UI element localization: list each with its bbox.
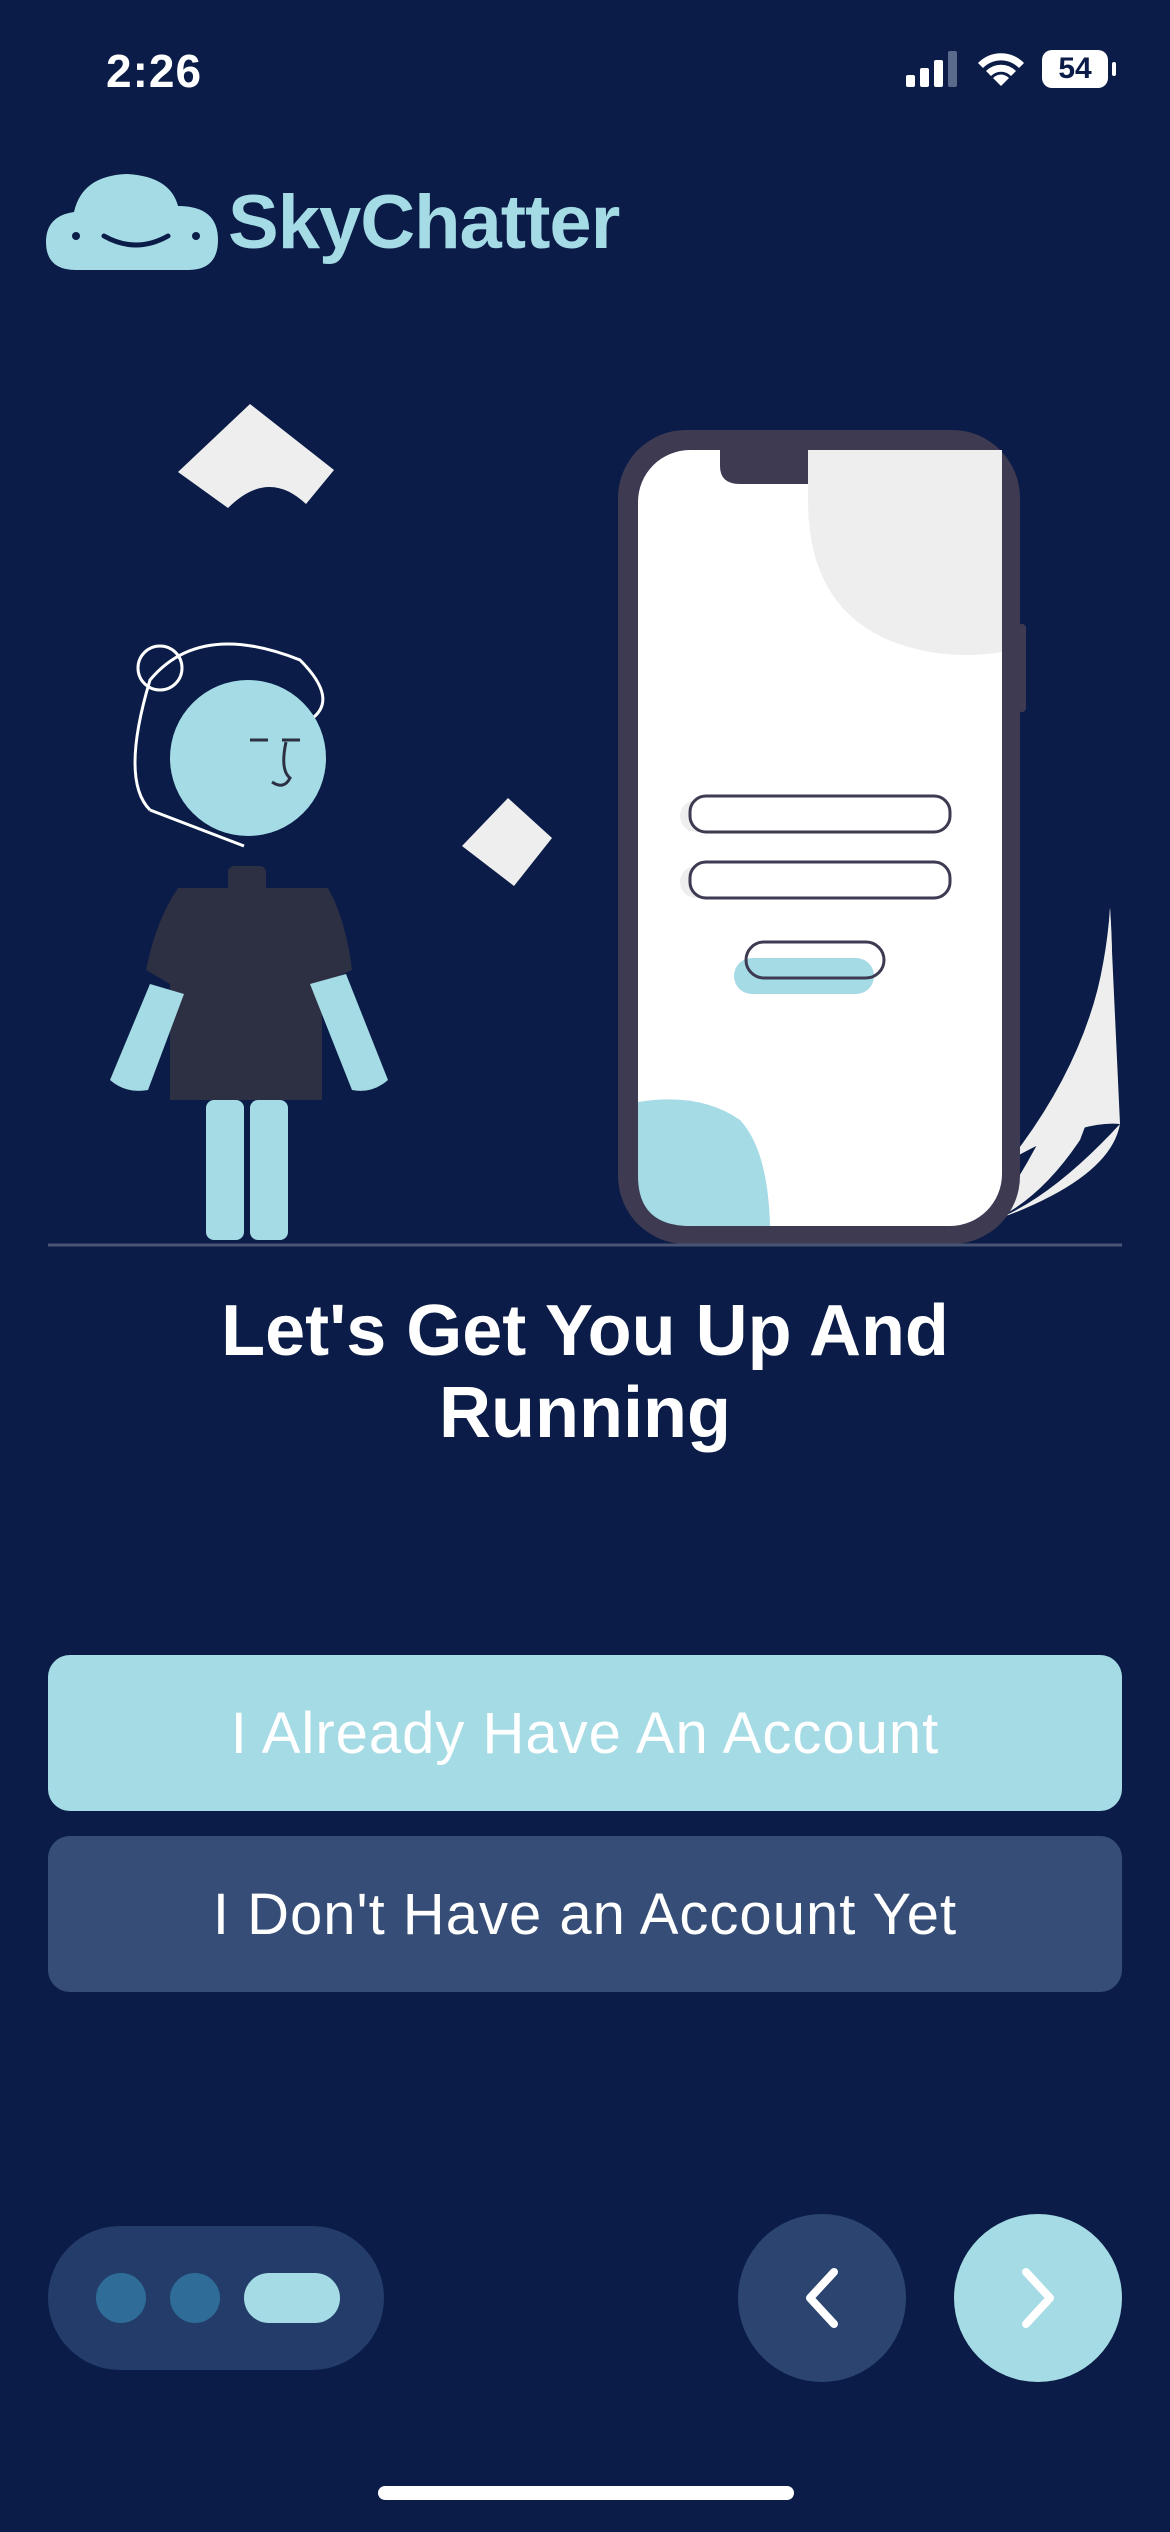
page-dot[interactable] [170,2273,220,2323]
previous-button[interactable] [738,2214,906,2382]
cloud-smile-icon [46,174,218,270]
page-dot[interactable] [96,2273,146,2323]
phone-illustration [618,430,1026,1244]
status-icons: 54 [906,50,1116,88]
brand-name: SkyChatter [228,179,620,265]
chevron-right-icon [1022,2268,1054,2328]
chevron-left-icon [806,2268,838,2328]
have-account-button[interactable]: I Already Have An Account [48,1655,1122,1811]
no-account-button[interactable]: I Don't Have an Account Yet [48,1836,1122,1992]
battery-icon: 54 [1042,50,1116,88]
app-logo: SkyChatter [46,170,620,274]
page-dot-active[interactable] [244,2273,340,2323]
floating-shape-top [178,404,334,508]
onboarding-illustration [48,404,1122,1247]
page-title: Let's Get You Up And Running [221,1291,949,1453]
person-figure [110,642,388,1240]
wifi-icon [978,53,1024,86]
home-indicator[interactable] [378,2486,794,2500]
signal-icon [906,51,957,87]
status-time: 2:26 [106,45,203,97]
next-button[interactable] [954,2214,1122,2382]
floating-shape-middle [462,798,552,886]
page-indicator [48,2226,384,2370]
